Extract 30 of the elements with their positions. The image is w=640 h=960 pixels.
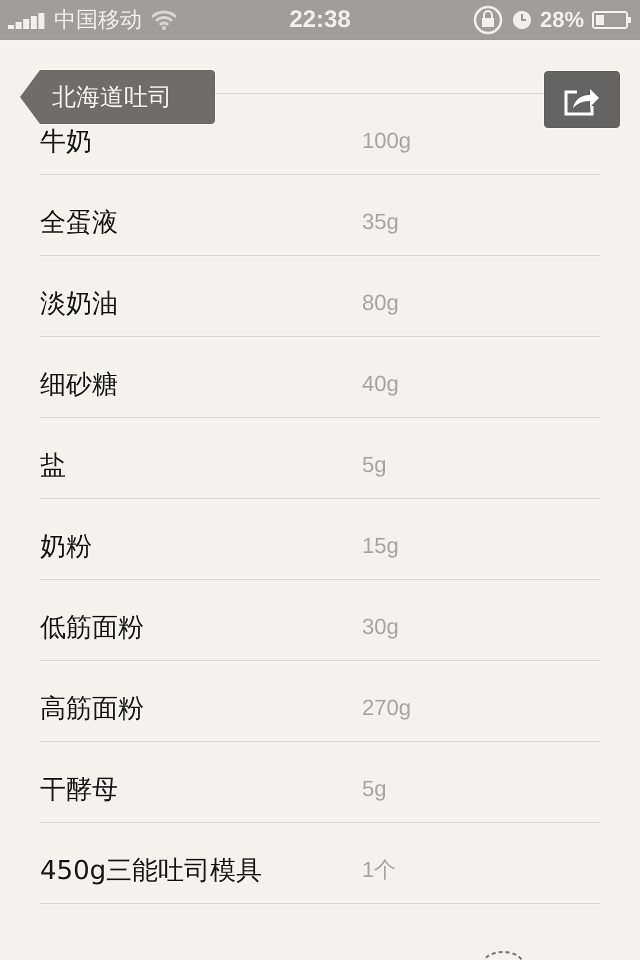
ingredient-amount: 80g — [362, 290, 399, 316]
ingredient-name: 淡奶油 — [40, 288, 119, 320]
ingredient-name: 全蛋液 — [40, 206, 119, 240]
ingredient-name: 450g三能吐司模具 — [40, 854, 264, 888]
ingredient-amount: 30g — [362, 614, 399, 640]
ingredient-name: 高筋面粉 — [40, 692, 145, 726]
back-button[interactable]: 北海道吐司 — [20, 70, 215, 124]
signal-icon — [8, 11, 46, 29]
ingredient-amount: 100g — [362, 128, 411, 154]
ingredient-name: 细砂糖 — [40, 368, 119, 402]
battery-percent: 28% — [540, 7, 584, 33]
ingredient-amount: 270g — [362, 695, 411, 721]
ingredient-amount: 5g — [362, 776, 386, 802]
ingredient-name: 干酵母 — [40, 774, 119, 806]
clock-time: 22:38 — [289, 6, 351, 34]
rotation-lock-icon — [472, 4, 504, 36]
ingredient-name: 牛奶 — [40, 126, 93, 158]
ingredient-amount: 15g — [362, 533, 399, 559]
ingredient-amount: 40g — [362, 371, 399, 397]
ingredient-name: 低筋面粉 — [40, 612, 145, 644]
wifi-icon — [150, 10, 178, 30]
battery-icon — [592, 10, 632, 30]
ingredient-name: 奶粉 — [40, 530, 93, 564]
share-button[interactable] — [544, 71, 620, 128]
carrier-name: 中国移动 — [54, 6, 142, 34]
ingredient-amount: 5g — [362, 452, 386, 478]
ingredient-name: 盐 — [40, 450, 67, 482]
ingredient-amount: 1个 — [362, 856, 396, 884]
ingredient-amount: 35g — [362, 209, 399, 235]
clock-icon — [512, 10, 532, 30]
